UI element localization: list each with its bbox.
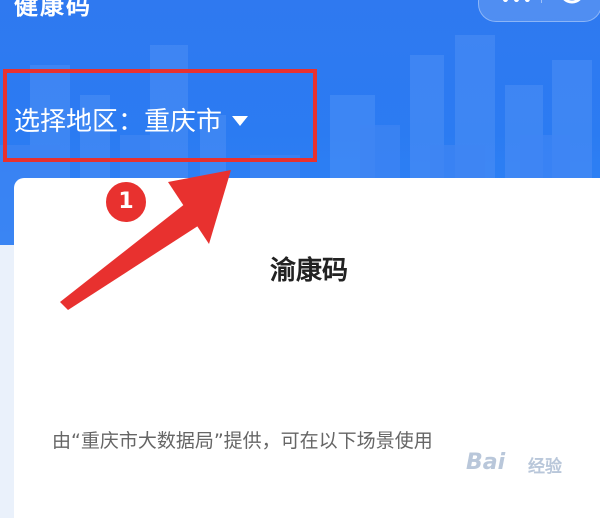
step-number-badge: 1 — [104, 180, 148, 224]
close-circle-icon[interactable] — [558, 0, 586, 5]
capsule-divider — [541, 0, 542, 3]
watermark-brand: Bai — [466, 450, 506, 475]
mini-program-capsule: ••• — [478, 0, 600, 22]
card-title: 渝康码 — [269, 256, 348, 286]
card-description: 由“重庆市大数据局”提供，可在以下场景使用 — [52, 430, 433, 452]
window-title: 健康码 — [14, 0, 92, 20]
watermark-label: 经验 — [528, 457, 562, 477]
region-highlight-box — [3, 69, 317, 162]
more-menu-button[interactable]: ••• — [501, 0, 534, 9]
baidu-jingyan-watermark: Bai 经验 — [458, 446, 588, 482]
